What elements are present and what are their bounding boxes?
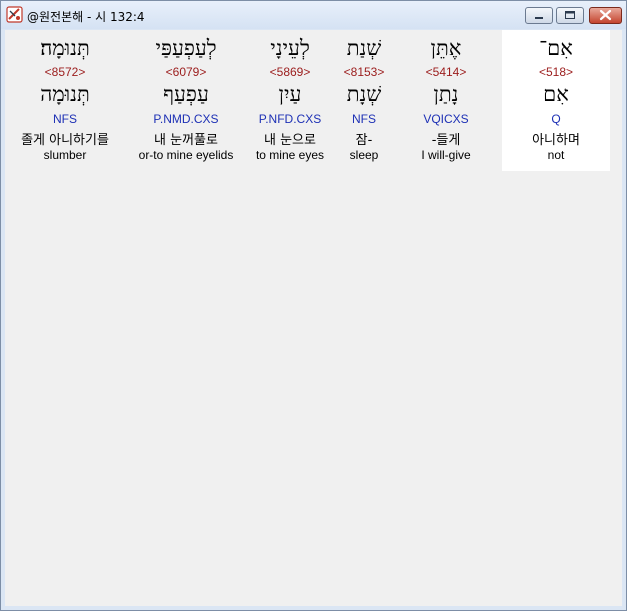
hebrew-word: תְּנוּמָה׃: [40, 36, 90, 60]
morphology-code: P.NFD.CXS: [258, 112, 322, 126]
hebrew-word: שְׁנַת: [346, 36, 382, 60]
english-gloss: not: [547, 148, 565, 162]
hebrew-lemma: עַיִן: [278, 82, 302, 106]
english-gloss: slumber: [43, 148, 87, 162]
strong-number[interactable]: <518>: [502, 65, 610, 79]
word-column[interactable]: אֶתֵּן <5414> נָתַן VQICXS -들게 I will-gi…: [401, 30, 491, 171]
window-title: @원전본해 - 시 132:4: [27, 10, 145, 24]
strong-number[interactable]: <8153>: [337, 65, 391, 79]
strong-number[interactable]: <8572>: [5, 65, 125, 79]
minimize-button[interactable]: [525, 7, 553, 24]
word-column[interactable]: לְעַפְעַפַּי <6079> עַפְעַף P.NMD.CXS 내 …: [131, 30, 241, 171]
hebrew-word: לְעֵינָי: [270, 36, 310, 60]
word-column[interactable]: שְׁנַת <8153> שְׁנָת NFS 잠- sleep: [337, 30, 391, 171]
hebrew-lemma: שְׁנָת: [346, 82, 382, 106]
close-icon: [599, 9, 612, 21]
hebrew-lemma: תְּנוּמָה: [40, 82, 90, 106]
hebrew-word: אֶתֵּן: [430, 36, 462, 60]
morphology-code: VQICXS: [423, 112, 469, 126]
title-bar[interactable]: @원전본해 - 시 132:4: [1, 1, 626, 29]
korean-gloss: 내 눈꺼풀로: [154, 133, 218, 148]
strong-number[interactable]: <5414>: [401, 65, 491, 79]
maximize-button[interactable]: [556, 7, 584, 24]
word-column-selected[interactable]: אִם־ <518> אִם Q 아니하며 not: [502, 30, 610, 171]
hebrew-word: אִם־: [539, 36, 573, 60]
strong-number[interactable]: <6079>: [131, 65, 241, 79]
close-button[interactable]: [589, 7, 622, 24]
app-window: @원전본해 - 시 132:4 תְּנוּמָה׃ <8572> תְּנוּ…: [0, 0, 627, 611]
korean-gloss: 아니하며: [532, 133, 580, 148]
minimize-icon: [535, 17, 543, 19]
word-column[interactable]: לְעֵינָי <5869> עַיִן P.NFD.CXS 내 눈으로 to…: [249, 30, 331, 171]
hebrew-lemma: עַפְעַף: [163, 82, 209, 106]
morphology-code: NFS: [53, 112, 77, 126]
english-gloss: or-to mine eyelids: [138, 148, 234, 162]
morphology-code: NFS: [352, 112, 376, 126]
morphology-code: P.NMD.CXS: [153, 112, 219, 126]
korean-gloss: 졸게 아니하기를: [21, 133, 109, 148]
app-logo-icon: [6, 6, 23, 23]
korean-gloss: -들게: [431, 133, 461, 148]
morphology-code: Q: [551, 112, 561, 126]
hebrew-lemma: אִם: [543, 82, 569, 106]
english-gloss: I will-give: [421, 148, 471, 162]
korean-gloss: 내 눈으로: [264, 133, 316, 148]
english-gloss: to mine eyes: [255, 148, 325, 162]
english-gloss: sleep: [349, 148, 379, 162]
korean-gloss: 잠-: [355, 133, 373, 148]
word-column[interactable]: תְּנוּמָה׃ <8572> תְּנוּמָה NFS 졸게 아니하기를…: [5, 30, 125, 171]
strong-number[interactable]: <5869>: [249, 65, 331, 79]
interlinear-view: תְּנוּמָה׃ <8572> תְּנוּמָה NFS 졸게 아니하기를…: [5, 30, 622, 606]
hebrew-lemma: נָתַן: [433, 82, 459, 106]
hebrew-word: לְעַפְעַפַּי: [155, 36, 217, 60]
maximize-icon: [565, 11, 575, 19]
